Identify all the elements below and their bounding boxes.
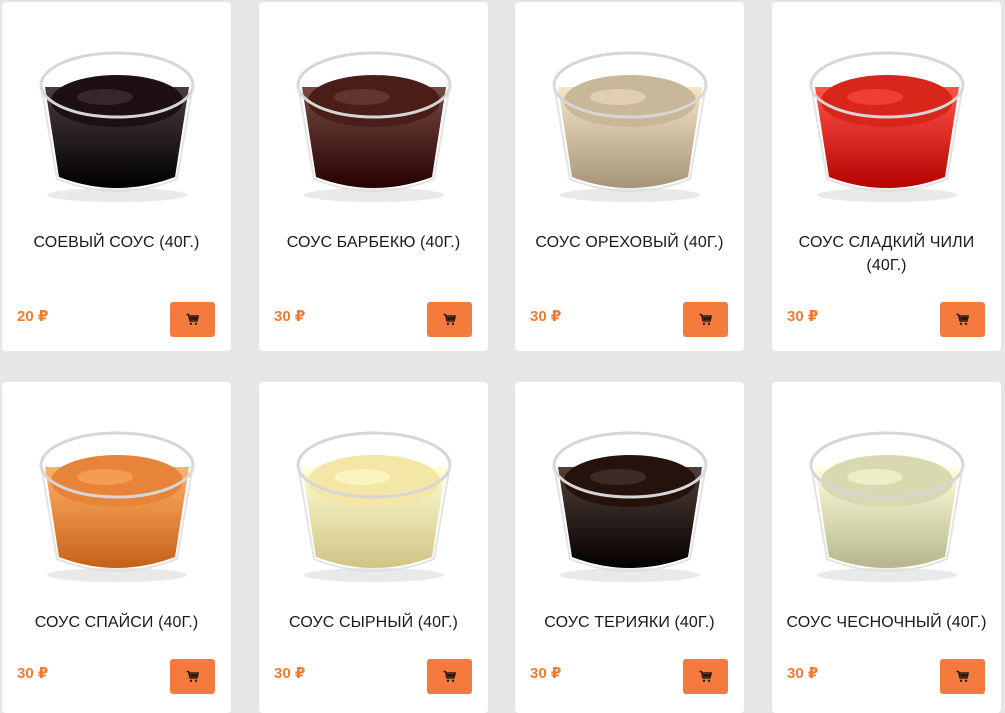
product-card[interactable]: СОУС СПАЙСИ (40Г.) 30 ₽ bbox=[2, 382, 231, 713]
product-price: 30 ₽ bbox=[530, 665, 562, 682]
product-image[interactable] bbox=[530, 17, 729, 217]
product-card[interactable]: СОУС СЛАДКИЙ ЧИЛИ (40Г.) 30 ₽ bbox=[772, 2, 1001, 351]
add-to-cart-button[interactable] bbox=[940, 302, 985, 337]
cheese-sauce-cup-image bbox=[274, 397, 473, 597]
add-to-cart-button[interactable] bbox=[170, 302, 215, 337]
add-to-cart-button[interactable] bbox=[170, 659, 215, 694]
product-image[interactable] bbox=[530, 397, 729, 597]
product-title[interactable]: СОУС СЫРНЫЙ (40Г.) bbox=[269, 611, 478, 634]
spicy-sauce-cup-image bbox=[17, 397, 216, 597]
cart-icon bbox=[186, 670, 199, 683]
product-card[interactable]: СОУС ЧЕСНОЧНЫЙ (40Г.) 30 ₽ bbox=[772, 382, 1001, 713]
product-title[interactable]: СОУС БАРБЕКЮ (40Г.) bbox=[269, 231, 478, 254]
cart-icon bbox=[956, 670, 969, 683]
product-title[interactable]: СОУС ЧЕСНОЧНЫЙ (40Г.) bbox=[782, 611, 991, 634]
product-title[interactable]: СОУС ОРЕХОВЫЙ (40Г.) bbox=[525, 231, 734, 254]
product-image[interactable] bbox=[17, 397, 216, 597]
product-price: 30 ₽ bbox=[17, 665, 49, 682]
cart-icon bbox=[443, 313, 456, 326]
sweet-chili-sauce-cup-image bbox=[787, 17, 986, 217]
add-to-cart-button[interactable] bbox=[427, 659, 472, 694]
product-price: 20 ₽ bbox=[17, 308, 49, 325]
garlic-sauce-cup-image bbox=[787, 397, 986, 597]
product-image[interactable] bbox=[787, 397, 986, 597]
product-grid: СОЕВЫЙ СОУС (40Г.) 20 ₽ СОУС БАРБЕКЮ (40… bbox=[0, 0, 1005, 713]
add-to-cart-button[interactable] bbox=[427, 302, 472, 337]
add-to-cart-button[interactable] bbox=[940, 659, 985, 694]
product-card[interactable]: СОУС БАРБЕКЮ (40Г.) 30 ₽ bbox=[259, 2, 488, 351]
nut-sauce-cup-image bbox=[530, 17, 729, 217]
add-to-cart-button[interactable] bbox=[683, 302, 728, 337]
product-image[interactable] bbox=[274, 17, 473, 217]
product-title[interactable]: СОУС СПАЙСИ (40Г.) bbox=[12, 611, 221, 634]
product-title[interactable]: СОУС ТЕРИЯКИ (40Г.) bbox=[525, 611, 734, 634]
product-card[interactable]: СОЕВЫЙ СОУС (40Г.) 20 ₽ bbox=[2, 2, 231, 351]
product-price: 30 ₽ bbox=[274, 665, 306, 682]
cart-icon bbox=[699, 313, 712, 326]
product-title[interactable]: СОУС СЛАДКИЙ ЧИЛИ (40Г.) bbox=[792, 231, 981, 277]
product-title[interactable]: СОЕВЫЙ СОУС (40Г.) bbox=[12, 231, 221, 254]
product-image[interactable] bbox=[787, 17, 986, 217]
product-image[interactable] bbox=[17, 17, 216, 217]
product-price: 30 ₽ bbox=[787, 665, 819, 682]
cart-icon bbox=[956, 313, 969, 326]
product-price: 30 ₽ bbox=[274, 308, 306, 325]
product-image[interactable] bbox=[274, 397, 473, 597]
soy-sauce-cup-image bbox=[17, 17, 216, 217]
cart-icon bbox=[186, 313, 199, 326]
cart-icon bbox=[699, 670, 712, 683]
add-to-cart-button[interactable] bbox=[683, 659, 728, 694]
product-card[interactable]: СОУС ТЕРИЯКИ (40Г.) 30 ₽ bbox=[515, 382, 744, 713]
product-price: 30 ₽ bbox=[787, 308, 819, 325]
product-card[interactable]: СОУС СЫРНЫЙ (40Г.) 30 ₽ bbox=[259, 382, 488, 713]
product-card[interactable]: СОУС ОРЕХОВЫЙ (40Г.) 30 ₽ bbox=[515, 2, 744, 351]
barbecue-sauce-cup-image bbox=[274, 17, 473, 217]
teriyaki-sauce-cup-image bbox=[530, 397, 729, 597]
cart-icon bbox=[443, 670, 456, 683]
product-price: 30 ₽ bbox=[530, 308, 562, 325]
